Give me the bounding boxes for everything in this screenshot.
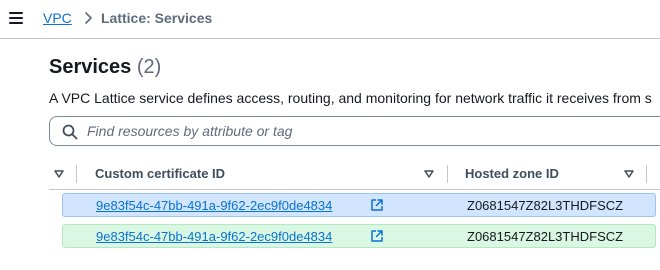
search-icon <box>62 124 78 140</box>
breadcrumb-current: Lattice: Services <box>101 10 213 26</box>
table-header: Custom certificate ID Hosted zone ID <box>49 160 660 190</box>
column-header-custom-certificate-id[interactable]: Custom certificate ID <box>95 166 225 181</box>
certificate-id-link[interactable]: 9e83f54c-47bb-491a-9f62-2ec9f0de4834 <box>96 198 332 213</box>
breadcrumb-vpc-link[interactable]: VPC <box>43 10 72 26</box>
column-divider[interactable] <box>76 165 77 183</box>
table-row[interactable]: 9e83f54c-47bb-491a-9f62-2ec9f0de4834 Z06… <box>62 224 656 248</box>
page-title: Services (2) <box>49 56 161 79</box>
page-title-text: Services <box>49 56 132 78</box>
external-link-icon[interactable] <box>370 229 384 243</box>
column-divider[interactable] <box>447 165 448 183</box>
certificate-id-link[interactable]: 9e83f54c-47bb-491a-9f62-2ec9f0de4834 <box>96 229 332 244</box>
top-navigation-bar: VPC Lattice: Services <box>0 0 660 39</box>
search-box[interactable] <box>49 116 660 146</box>
search-input[interactable] <box>87 117 647 145</box>
column-divider[interactable] <box>646 165 647 183</box>
external-link-icon[interactable] <box>370 198 384 212</box>
sort-caret-icon[interactable] <box>424 170 434 178</box>
sort-caret-icon[interactable] <box>624 170 634 178</box>
resource-count: (2) <box>136 56 162 78</box>
menu-icon[interactable] <box>9 12 23 24</box>
table-row[interactable]: 9e83f54c-47bb-491a-9f62-2ec9f0de4834 Z06… <box>62 193 656 217</box>
sort-caret-icon[interactable] <box>54 170 64 178</box>
hosted-zone-id: Z0681547Z82L3THDFSCZ <box>467 229 624 244</box>
hosted-zone-id: Z0681547Z82L3THDFSCZ <box>467 198 624 213</box>
column-header-hosted-zone-id[interactable]: Hosted zone ID <box>465 166 559 181</box>
chevron-right-icon <box>85 12 92 24</box>
page-description: A VPC Lattice service defines access, ro… <box>49 90 652 106</box>
